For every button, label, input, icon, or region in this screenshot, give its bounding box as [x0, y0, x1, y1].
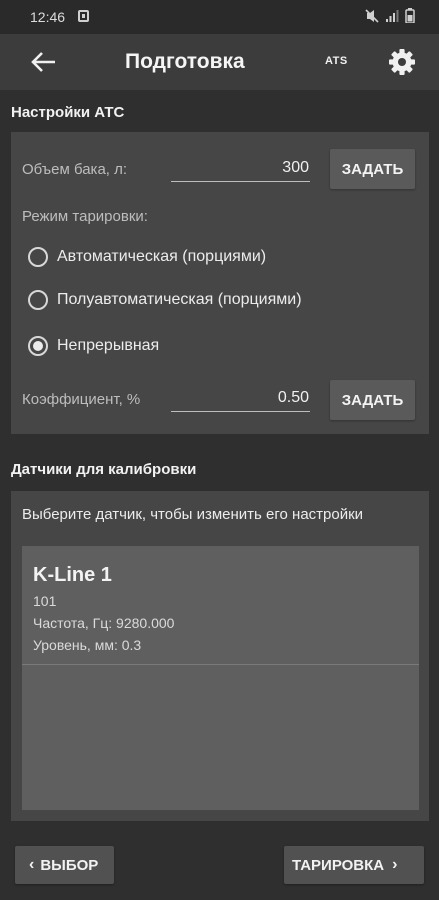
sensor-list[interactable]: K-Line 1 101 Частота, Гц: 9280.000 Урове… [22, 546, 419, 810]
radio-semi-automatic[interactable]: Полуавтоматическая (порциями) [28, 290, 302, 310]
sensor-level: Уровень, мм: 0.3 [33, 637, 142, 653]
page-title: Подготовка [125, 50, 245, 73]
radio-automatic[interactable]: Автоматическая (порциями) [28, 247, 266, 267]
radio-button-checked[interactable] [28, 336, 48, 356]
select-back-label: ВЫБОР [40, 856, 99, 874]
radio-semi-automatic-label: Полуавтоматическая (порциями) [57, 291, 302, 308]
sensors-hint: Выберите датчик, чтобы изменить его наст… [22, 506, 364, 523]
battery-icon [405, 8, 415, 23]
mute-icon [365, 8, 379, 23]
chevron-right-icon: › [392, 856, 398, 873]
sensor-name: K-Line 1 [33, 564, 112, 586]
settings-button[interactable] [385, 46, 419, 78]
back-button[interactable] [26, 46, 60, 78]
coefficient-label: Коэффициент, % [22, 391, 141, 408]
radio-button[interactable] [28, 247, 48, 267]
set-coefficient-button[interactable]: ЗАДАТЬ [330, 380, 415, 420]
sensors-card: Выберите датчик, чтобы изменить его наст… [11, 491, 429, 821]
notification-square-icon [78, 10, 89, 22]
ats-button[interactable]: ATS [325, 55, 348, 67]
radio-continuous[interactable]: Непрерывная [28, 336, 159, 356]
gear-icon [389, 49, 415, 75]
set-tank-volume-button[interactable]: ЗАДАТЬ [330, 149, 415, 189]
signal-icon [386, 9, 399, 22]
app-bar: Подготовка ATS [0, 34, 439, 90]
sensors-title: Датчики для калибровки [11, 461, 197, 478]
status-icons [365, 8, 415, 23]
radio-button[interactable] [28, 290, 48, 310]
calibration-next-button[interactable]: ТАРИРОВКА › [284, 846, 424, 884]
status-bar: 12:46 [0, 0, 439, 34]
sensor-id: 101 [33, 593, 57, 609]
calibration-mode-label: Режим тарировки: [22, 208, 148, 225]
coefficient-input[interactable]: 0.50 [171, 386, 310, 412]
ats-settings-card: Объем бака, л: 300 ЗАДАТЬ Режим тарировк… [11, 132, 429, 434]
chevron-left-icon: ‹ [29, 856, 35, 873]
tank-volume-label: Объем бака, л: [22, 161, 128, 178]
sensor-list-item[interactable]: K-Line 1 101 Частота, Гц: 9280.000 Урове… [22, 546, 419, 665]
status-time: 12:46 [30, 9, 66, 25]
radio-automatic-label: Автоматическая (порциями) [57, 248, 267, 265]
tank-volume-input[interactable]: 300 [171, 156, 310, 182]
select-back-button[interactable]: ‹ ВЫБОР [15, 846, 114, 884]
ats-settings-title: Настройки АТС [11, 104, 125, 121]
arrow-left-icon [31, 52, 55, 72]
sensor-frequency: Частота, Гц: 9280.000 [33, 615, 175, 631]
bottom-navigation: ‹ ВЫБОР ТАРИРОВКА › [0, 830, 439, 900]
calibration-next-label: ТАРИРОВКА [292, 856, 385, 874]
radio-continuous-label: Непрерывная [57, 337, 160, 354]
